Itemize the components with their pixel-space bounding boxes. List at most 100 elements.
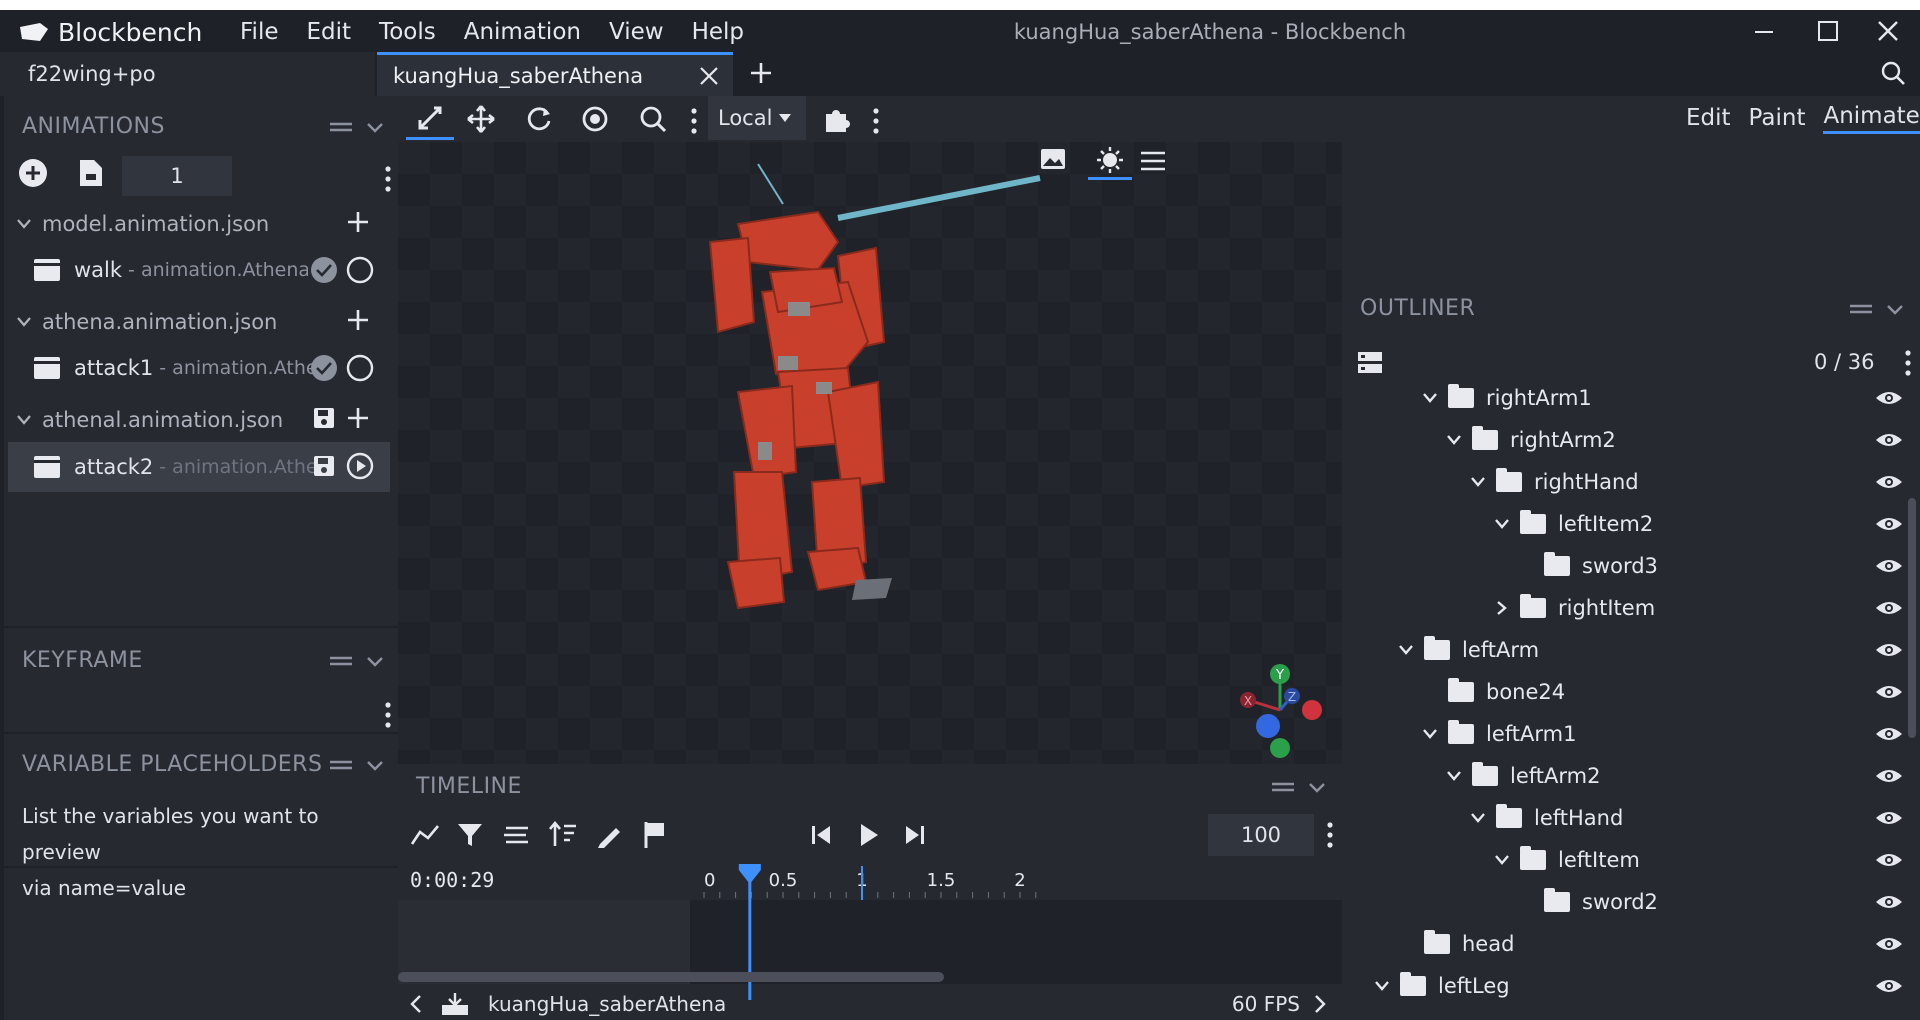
panel-controls-icon[interactable]	[1848, 300, 1908, 320]
visibility-eye-icon[interactable]	[1874, 682, 1904, 702]
visibility-eye-icon[interactable]	[1874, 514, 1904, 534]
chevron-right-icon[interactable]	[1494, 601, 1510, 615]
outliner-toggle-icon[interactable]	[1356, 350, 1384, 376]
move-tool-icon[interactable]	[466, 104, 496, 134]
filter-icon[interactable]	[456, 822, 484, 848]
minimize-button[interactable]	[1734, 10, 1794, 52]
play-circle-icon[interactable]	[346, 452, 374, 480]
panel-controls-icon[interactable]	[328, 652, 388, 672]
outliner-item[interactable]: leftArm1	[1422, 713, 1576, 755]
visibility-eye-icon[interactable]	[1874, 430, 1904, 450]
maximize-button[interactable]	[1798, 10, 1858, 52]
panel-controls-icon[interactable]	[328, 756, 388, 776]
graph-editor-icon[interactable]	[410, 822, 440, 848]
new-tab-button[interactable]	[748, 60, 774, 86]
outliner-item[interactable]: leftItem2	[1494, 503, 1653, 545]
visibility-eye-icon[interactable]	[1874, 892, 1904, 912]
more-options-icon[interactable]	[1904, 350, 1912, 376]
neg-z-handle[interactable]	[1256, 714, 1280, 738]
more-options-icon[interactable]	[690, 108, 698, 134]
visibility-eye-icon[interactable]	[1874, 472, 1904, 492]
visibility-eye-icon[interactable]	[1874, 640, 1904, 660]
play-toggle-icon[interactable]	[346, 354, 374, 382]
outliner-item[interactable]: rightItem	[1494, 587, 1655, 629]
outliner-scrollbar[interactable]	[1908, 498, 1916, 738]
outliner-item[interactable]: rightArm2	[1446, 419, 1616, 461]
skip-forward-icon[interactable]	[902, 824, 926, 846]
timeline-scrollbar[interactable]	[398, 972, 944, 982]
chevron-down-icon[interactable]	[1494, 853, 1510, 867]
menu-icon[interactable]	[1140, 150, 1166, 172]
visibility-eye-icon[interactable]	[1874, 724, 1904, 744]
visibility-eye-icon[interactable]	[1874, 808, 1904, 828]
chevron-right-icon[interactable]	[1314, 994, 1328, 1014]
mode-paint[interactable]: Paint	[1749, 105, 1806, 131]
visibility-eye-icon[interactable]	[1874, 388, 1904, 408]
chevron-down-icon[interactable]	[1446, 769, 1462, 783]
visibility-eye-icon[interactable]	[1874, 598, 1904, 618]
animation-file-row[interactable]: athena.animation.json	[4, 300, 398, 344]
sort-icon[interactable]	[548, 820, 578, 848]
menu-animation[interactable]: Animation	[464, 19, 581, 45]
neg-y-handle[interactable]	[1270, 738, 1290, 758]
neg-x-handle[interactable]	[1302, 700, 1322, 720]
more-options-icon[interactable]	[384, 166, 392, 192]
menu-edit[interactable]: Edit	[307, 19, 352, 45]
pivot-tool-button[interactable]	[406, 96, 454, 140]
panel-controls-icon[interactable]	[328, 118, 388, 138]
skip-back-icon[interactable]	[810, 824, 834, 846]
visibility-eye-icon[interactable]	[1874, 934, 1904, 954]
axis-gizmo[interactable]: Y X Z	[1228, 652, 1338, 762]
lighting-toggle-button[interactable]	[1088, 142, 1132, 180]
chevron-down-icon[interactable]	[1422, 727, 1438, 741]
close-tab-icon[interactable]	[699, 66, 719, 86]
outliner-item[interactable]: sword3	[1518, 545, 1658, 587]
mode-edit[interactable]: Edit	[1686, 105, 1731, 131]
menu-help[interactable]: Help	[692, 19, 744, 45]
more-options-icon[interactable]	[872, 108, 880, 134]
chevron-down-icon[interactable]	[1494, 517, 1510, 531]
close-window-button[interactable]	[1858, 10, 1918, 52]
outliner-item[interactable]: rightArm1	[1422, 377, 1592, 419]
chevron-down-icon[interactable]	[1398, 643, 1414, 657]
import-animation-button[interactable]	[78, 158, 108, 190]
timeline-zoom-input[interactable]: 100	[1208, 814, 1314, 856]
visibility-eye-icon[interactable]	[1874, 766, 1904, 786]
outliner-item[interactable]: leftItem	[1494, 839, 1640, 881]
add-animation-button[interactable]	[18, 158, 50, 190]
chevron-down-icon[interactable]	[1422, 391, 1438, 405]
chevron-down-icon[interactable]	[1374, 979, 1390, 993]
chevron-down-icon[interactable]	[1446, 433, 1462, 447]
tab-kuanghua[interactable]: kuangHua_saberAthena	[377, 52, 733, 96]
save-file-icon[interactable]	[312, 406, 336, 430]
visibility-eye-icon[interactable]	[1874, 556, 1904, 576]
chevron-down-icon[interactable]	[1470, 475, 1486, 489]
scale-tool-icon[interactable]	[638, 104, 668, 134]
transform-space-select[interactable]: Local	[708, 96, 806, 140]
play-icon[interactable]	[858, 822, 880, 848]
visibility-eye-icon[interactable]	[1874, 850, 1904, 870]
add-to-file-icon[interactable]	[346, 406, 370, 430]
outliner-item[interactable]: head	[1398, 923, 1514, 965]
menu-view[interactable]: View	[609, 19, 664, 45]
3d-viewport[interactable]: Y X Z	[398, 142, 1342, 764]
image-icon[interactable]	[1040, 148, 1066, 170]
more-options-icon[interactable]	[1326, 822, 1334, 848]
flag-icon[interactable]	[642, 820, 668, 848]
outliner-item[interactable]: bone24	[1422, 671, 1565, 713]
visibility-eye-icon[interactable]	[1874, 976, 1904, 996]
menu-tools[interactable]: Tools	[379, 19, 436, 45]
menu-file[interactable]: File	[240, 19, 279, 45]
align-icon[interactable]	[502, 824, 530, 846]
chevron-left-icon[interactable]	[408, 994, 422, 1014]
add-to-file-icon[interactable]	[346, 308, 370, 332]
variables-textarea[interactable]: List the variables you want to preview v…	[22, 798, 398, 906]
add-to-file-icon[interactable]	[346, 210, 370, 234]
animation-file-row[interactable]: athenal.animation.json	[4, 398, 398, 442]
mode-animate[interactable]: Animate	[1823, 103, 1920, 134]
outliner-item[interactable]: sword2	[1518, 881, 1658, 923]
outliner-item[interactable]: leftArm2	[1446, 755, 1600, 797]
outliner-item[interactable]: leftLeg	[1374, 965, 1510, 1007]
tab-f22wing[interactable]: f22wing+po	[0, 52, 375, 96]
more-options-icon[interactable]	[384, 702, 392, 728]
